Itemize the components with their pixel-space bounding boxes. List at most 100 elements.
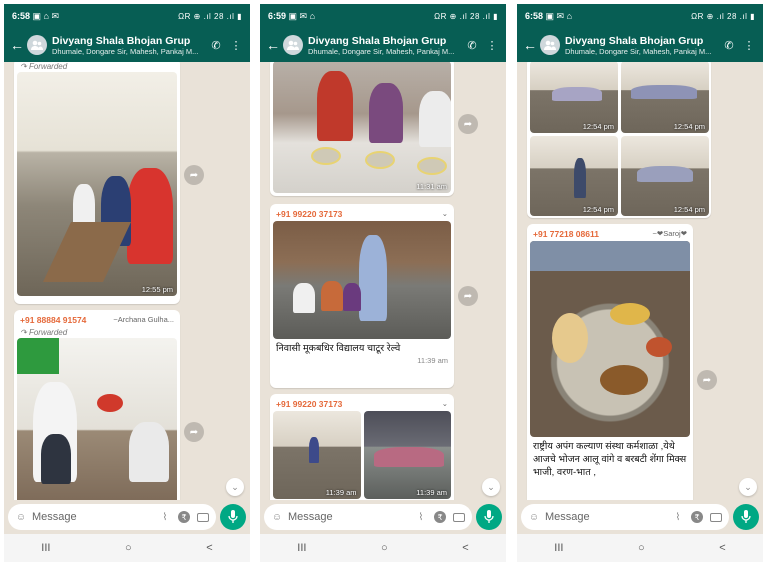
back-arrow-icon[interactable]: ← xyxy=(266,37,280,53)
image-grid-message[interactable]: 12:54 pm 12:54 pm 12:54 pm 12:54 pm xyxy=(527,62,711,218)
message-input[interactable]: ☺ Message ⌇ ₹ xyxy=(264,504,472,530)
thali-plate-photo[interactable] xyxy=(530,241,690,437)
message-input[interactable]: ☺ Message ⌇ ₹ xyxy=(521,504,729,530)
status-bar: 6:58 ▣ ⌂ ✉ ΩR ⊕ .ıl 28 .ıl ▮ xyxy=(4,4,250,28)
back-arrow-icon[interactable]: ← xyxy=(10,37,24,53)
camera-icon[interactable] xyxy=(196,510,210,524)
share-icon[interactable]: ➦ xyxy=(458,286,478,306)
camera-icon[interactable] xyxy=(709,510,723,524)
floor-dining-photo[interactable] xyxy=(273,221,451,339)
chat-area[interactable]: 11:31 am ➦ +91 99220 37173 ⌄ निवासी मूकब… xyxy=(260,62,506,500)
mic-icon xyxy=(741,510,751,523)
payment-icon[interactable]: ₹ xyxy=(691,511,703,523)
image-grid-message[interactable]: +91 99220 37173 ⌄ 11:39 am 11:39 am xyxy=(270,394,454,500)
recents-button[interactable]: III xyxy=(41,542,50,554)
photo-dal xyxy=(610,303,650,325)
sender-number[interactable]: +91 99220 37173 xyxy=(276,399,342,409)
message-time: 11:31 am xyxy=(416,182,447,191)
call-icon[interactable]: ✆ xyxy=(208,39,224,52)
photo-people-row xyxy=(373,447,444,467)
group-members: Dhumale, Dongare Sir, Mahesh, Pankaj M..… xyxy=(565,46,712,56)
home-button[interactable]: ○ xyxy=(125,542,132,554)
children-eating-photo[interactable]: 11:31 am xyxy=(273,62,451,193)
grid-photo[interactable]: 11:39 am xyxy=(363,411,451,499)
chat-title-block[interactable]: Divyang Shala Bhojan Grup Dhumale, Donga… xyxy=(308,35,460,56)
recents-button[interactable]: III xyxy=(297,542,306,554)
sender-number[interactable]: +91 77218 08611 xyxy=(533,229,599,239)
group-title: Divyang Shala Bhojan Grup xyxy=(565,34,704,47)
camera-icon[interactable] xyxy=(452,510,466,524)
image-message[interactable]: +91 88884 91574 ~Archana Gulha... ↷ Forw… xyxy=(14,310,180,500)
share-icon[interactable]: ➦ xyxy=(458,114,478,134)
grid-photo[interactable]: 12:54 pm xyxy=(621,136,709,216)
scroll-down-icon[interactable]: ⌄ xyxy=(739,478,757,496)
photo-person xyxy=(41,434,71,484)
image-message[interactable]: +91 99220 37173 ⌄ निवासी मूकबधिर विद्याल… xyxy=(270,204,454,388)
photo-people-row xyxy=(631,85,697,99)
group-icon xyxy=(31,40,43,50)
nav-back-button[interactable]: < xyxy=(719,542,725,554)
scroll-down-icon[interactable]: ⌄ xyxy=(482,478,500,496)
home-button[interactable]: ○ xyxy=(381,542,388,554)
home-button[interactable]: ○ xyxy=(638,542,645,554)
grid-photo[interactable]: 12:54 pm xyxy=(530,62,618,133)
chat-header[interactable]: ← Divyang Shala Bhojan Grup Dhumale, Don… xyxy=(517,28,763,62)
grid-photo[interactable]: 11:39 am xyxy=(273,411,361,499)
image-message[interactable]: +91 77218 08611 ~❤Saroj❤ राष्ट्रीय अपंग … xyxy=(527,224,693,500)
group-avatar[interactable] xyxy=(27,35,47,55)
more-options-icon[interactable]: ⋮ xyxy=(741,39,757,52)
sender-number[interactable]: +91 88884 91574 xyxy=(20,315,86,325)
nav-back-button[interactable]: < xyxy=(206,542,212,554)
more-options-icon[interactable]: ⋮ xyxy=(484,39,500,52)
forwarded-text: Forwarded xyxy=(28,62,68,71)
chat-area[interactable]: 12:54 pm 12:54 pm 12:54 pm 12:54 pm +91 … xyxy=(517,62,763,500)
share-icon[interactable]: ➦ xyxy=(184,165,204,185)
call-icon[interactable]: ✆ xyxy=(721,39,737,52)
chat-header[interactable]: ← Divyang Shala Bhojan Grup Dhumale, Don… xyxy=(4,28,250,62)
mic-button[interactable] xyxy=(220,504,246,530)
dining-hall-photo[interactable]: 12:55 pm xyxy=(17,72,177,296)
emoji-icon[interactable]: ☺ xyxy=(270,510,284,524)
message-time: 11:39 am xyxy=(325,488,357,497)
group-icon xyxy=(544,40,556,50)
payment-icon[interactable]: ₹ xyxy=(434,511,446,523)
share-icon[interactable]: ➦ xyxy=(697,370,717,390)
chat-title-block[interactable]: Divyang Shala Bhojan Grup Dhumale, Donga… xyxy=(52,35,204,56)
payment-icon[interactable]: ₹ xyxy=(178,511,190,523)
group-title: Divyang Shala Bhojan Grup xyxy=(52,34,191,47)
phone-screen-2: 6:59 ▣ ✉ ⌂ ΩR ⊕ .ıl 28 .ıl ▮ ← Divyang S… xyxy=(260,4,506,562)
back-arrow-icon[interactable]: ← xyxy=(523,37,537,53)
attach-icon[interactable]: ⌇ xyxy=(414,510,428,524)
message-menu-icon[interactable]: ⌄ xyxy=(442,399,448,409)
group-avatar[interactable] xyxy=(540,35,560,55)
message-input[interactable]: ☺ Message ⌇ ₹ xyxy=(8,504,216,530)
status-signal-icons: ΩR ⊕ .ıl 28 .ıl ▮ xyxy=(434,11,498,21)
mic-button[interactable] xyxy=(733,504,759,530)
group-avatar[interactable] xyxy=(283,35,303,55)
photo-person xyxy=(321,281,343,311)
more-options-icon[interactable]: ⋮ xyxy=(228,39,244,52)
message-menu-icon[interactable]: ⌄ xyxy=(442,209,448,219)
grid-photo[interactable]: 12:54 pm xyxy=(530,136,618,216)
photo-sabzi xyxy=(600,365,648,395)
mic-button[interactable] xyxy=(476,504,502,530)
sender-number[interactable]: +91 99220 37173 xyxy=(276,209,342,219)
recents-button[interactable]: III xyxy=(554,542,563,554)
emoji-icon[interactable]: ☺ xyxy=(527,510,541,524)
share-icon[interactable]: ➦ xyxy=(184,422,204,442)
chat-title-block[interactable]: Divyang Shala Bhojan Grup Dhumale, Donga… xyxy=(565,35,717,56)
call-icon[interactable]: ✆ xyxy=(464,39,480,52)
attach-icon[interactable]: ⌇ xyxy=(158,510,172,524)
image-message[interactable]: 11:31 am xyxy=(270,62,454,196)
message-time: 12:54 pm xyxy=(673,122,705,131)
chat-area[interactable]: ↷ Forwarded 12:55 pm ➦ +91 88884 91574 ~… xyxy=(4,62,250,500)
grid-photo[interactable]: 12:54 pm xyxy=(621,62,709,133)
chat-header[interactable]: ← Divyang Shala Bhojan Grup Dhumale, Don… xyxy=(260,28,506,62)
attach-icon[interactable]: ⌇ xyxy=(671,510,685,524)
image-message[interactable]: ↷ Forwarded 12:55 pm xyxy=(14,62,180,304)
photo-board xyxy=(17,338,59,374)
nav-back-button[interactable]: < xyxy=(462,542,468,554)
serving-food-photo[interactable] xyxy=(17,338,177,500)
emoji-icon[interactable]: ☺ xyxy=(14,510,28,524)
scroll-down-icon[interactable]: ⌄ xyxy=(226,478,244,496)
